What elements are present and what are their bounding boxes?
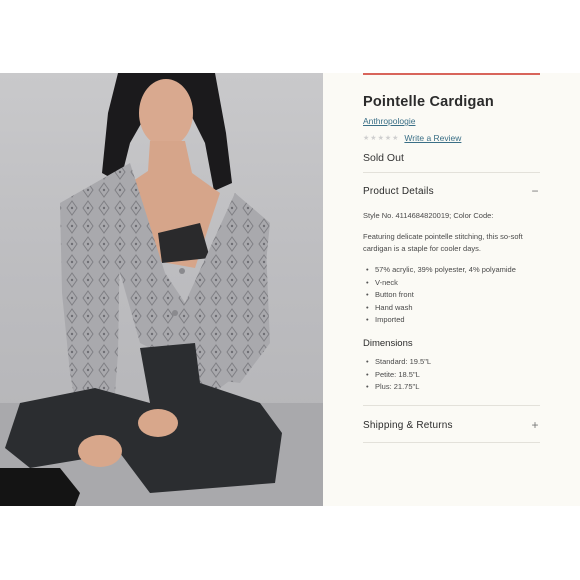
dimensions-heading: Dimensions xyxy=(363,338,413,349)
list-item: Imported xyxy=(363,314,516,327)
list-item: Button front xyxy=(363,289,516,302)
star-icon: ★ xyxy=(363,134,370,142)
list-item: Plus: 21.75"L xyxy=(363,381,431,394)
plus-icon: + xyxy=(531,418,539,432)
product-photo xyxy=(0,73,323,506)
list-item: Petite: 18.5"L xyxy=(363,369,431,382)
accent-rule xyxy=(363,73,540,75)
rating-stars: ★ ★ ★ ★ ★ xyxy=(363,135,398,142)
style-number: Style No. 4114684820019; Color Code: xyxy=(363,211,494,220)
feature-list: 57% acrylic, 39% polyester, 4% polyamide… xyxy=(363,264,516,327)
divider xyxy=(363,172,540,173)
star-icon: ★ xyxy=(392,134,399,142)
product-info-panel: Pointelle Cardigan Anthropologie ★ ★ ★ ★… xyxy=(323,73,580,506)
stock-status: Sold Out xyxy=(363,152,404,164)
star-icon: ★ xyxy=(370,134,377,142)
rating-row: ★ ★ ★ ★ ★ Write a Review xyxy=(363,133,461,143)
list-item: Standard: 19.5"L xyxy=(363,356,431,369)
product-description: Featuring delicate pointelle stitching, … xyxy=(363,232,523,253)
model-wearing-cardigan-image xyxy=(0,73,323,506)
star-icon: ★ xyxy=(377,134,384,142)
product-title: Pointelle Cardigan xyxy=(363,94,494,110)
divider xyxy=(363,405,540,406)
brand-link[interactable]: Anthropologie xyxy=(363,116,415,126)
shipping-returns-toggle[interactable]: Shipping & Returns + xyxy=(363,419,540,431)
star-icon: ★ xyxy=(384,134,392,142)
product-details-heading: Product Details xyxy=(363,185,434,197)
list-item: 57% acrylic, 39% polyester, 4% polyamide xyxy=(363,264,516,277)
write-review-link[interactable]: Write a Review xyxy=(404,133,461,143)
shipping-returns-heading: Shipping & Returns xyxy=(363,419,453,431)
dimensions-list: Standard: 19.5"L Petite: 18.5"L Plus: 21… xyxy=(363,356,431,394)
product-details-toggle[interactable]: Product Details − xyxy=(363,185,540,197)
list-item: V-neck xyxy=(363,277,516,290)
divider xyxy=(363,442,540,443)
minus-icon: − xyxy=(531,184,539,198)
list-item: Hand wash xyxy=(363,302,516,315)
